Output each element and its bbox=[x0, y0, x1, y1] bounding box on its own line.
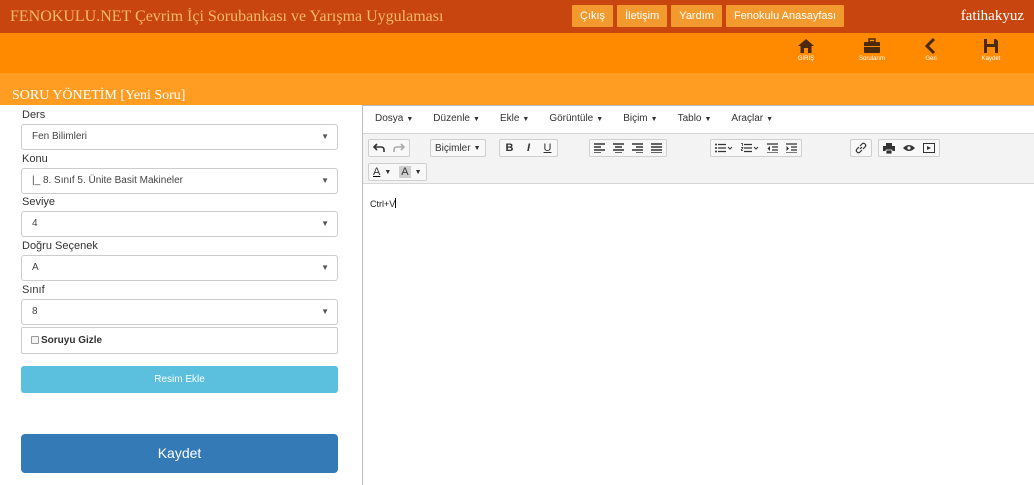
save-icon bbox=[971, 37, 1011, 55]
chevron-down-icon: ▼ bbox=[321, 307, 329, 316]
menu-ekle[interactable]: Ekle ▼ bbox=[500, 108, 529, 130]
home-button[interactable]: GİRİŞ bbox=[786, 37, 826, 69]
editor-content[interactable]: Ctrl+V bbox=[370, 198, 397, 209]
seviye-select[interactable]: 4 ▼ bbox=[21, 211, 338, 237]
menu-araclar[interactable]: Araçlar ▼ bbox=[731, 108, 773, 130]
menu-dosya[interactable]: Dosya ▼ bbox=[375, 108, 413, 130]
align-right-icon[interactable] bbox=[628, 140, 647, 156]
bullet-list-icon[interactable] bbox=[711, 140, 737, 156]
caret-down-icon: ▼ bbox=[406, 116, 414, 123]
misc-group bbox=[878, 139, 940, 157]
editor-toolbar: Biçimler ▼ B I U A ▼ A ▼ bbox=[363, 133, 1034, 184]
background-color-button[interactable]: A ▼ bbox=[395, 164, 425, 180]
text-style-group: B I U bbox=[499, 139, 558, 157]
list-group bbox=[710, 139, 802, 157]
question-form: Ders Fen Bilimleri ▼ Konu |_ 8. Sınıf 5.… bbox=[0, 105, 362, 485]
chevron-down-icon: ▼ bbox=[321, 263, 329, 272]
link-group bbox=[850, 139, 872, 157]
top-bar: FENOKULU.NET Çevrim İçi Sorubankası ve Y… bbox=[0, 0, 1034, 33]
dogru-secenek-label: Doğru Seçenek bbox=[22, 240, 98, 252]
undo-icon[interactable] bbox=[369, 140, 389, 156]
underline-button[interactable]: U bbox=[538, 140, 557, 156]
indent-icon[interactable] bbox=[782, 140, 801, 156]
nav-cikis-button[interactable]: Çıkış bbox=[572, 5, 614, 27]
konu-value: |_ 8. Sınıf 5. Ünite Basit Makineler bbox=[32, 175, 184, 186]
editor-text: Ctrl+V bbox=[370, 199, 396, 209]
text-color-button[interactable]: A ▼ bbox=[369, 164, 395, 180]
caret-down-icon: ▼ bbox=[473, 116, 480, 123]
color-group: A ▼ A ▼ bbox=[368, 163, 427, 181]
caret-down-icon: ▼ bbox=[650, 116, 658, 123]
caret-down-icon: ▼ bbox=[384, 168, 392, 176]
nav-yardim-button[interactable]: Yardım bbox=[671, 5, 722, 27]
top-nav: Çıkış İletişim Yardım Fenokulu Anasayfas… bbox=[572, 5, 845, 27]
konu-select[interactable]: |_ 8. Sınıf 5. Ünite Basit Makineler ▼ bbox=[21, 168, 338, 194]
print-icon[interactable] bbox=[879, 140, 899, 156]
seviye-value: 4 bbox=[32, 218, 38, 229]
sinif-value: 8 bbox=[32, 306, 38, 317]
nav-iletisim-button[interactable]: İletişim bbox=[617, 5, 668, 27]
align-left-icon[interactable] bbox=[590, 140, 609, 156]
dogru-secenek-select[interactable]: A ▼ bbox=[21, 255, 338, 281]
save-button[interactable]: Kaydet bbox=[21, 434, 338, 473]
chevron-down-icon: ▼ bbox=[321, 176, 329, 185]
menu-goruntule[interactable]: Görüntüle ▼ bbox=[549, 108, 603, 130]
outdent-icon[interactable] bbox=[763, 140, 782, 156]
alignment-group bbox=[589, 139, 667, 157]
dogru-secenek-value: A bbox=[32, 262, 39, 273]
seviye-label: Seviye bbox=[22, 196, 56, 208]
my-questions-button[interactable]: Sorularım bbox=[852, 37, 892, 69]
page-title: SORU YÖNETİM [Yeni Soru] bbox=[12, 88, 186, 103]
back-button[interactable]: Geri bbox=[911, 37, 951, 69]
media-icon[interactable] bbox=[919, 140, 939, 156]
site-title: FENOKULU.NET Çevrim İçi Sorubankası ve Y… bbox=[10, 8, 444, 25]
menu-bicim[interactable]: Biçim ▼ bbox=[623, 108, 657, 130]
ders-value: Fen Bilimleri bbox=[32, 131, 88, 142]
hide-question-label: Soruyu Gizle bbox=[41, 335, 103, 346]
caret-down-icon: ▼ bbox=[766, 116, 774, 123]
checkbox-icon[interactable] bbox=[31, 336, 39, 344]
align-justify-icon[interactable] bbox=[647, 140, 666, 156]
history-group bbox=[368, 139, 410, 157]
ders-select[interactable]: Fen Bilimleri ▼ bbox=[21, 124, 338, 150]
add-image-button[interactable]: Resim Ekle bbox=[21, 366, 338, 393]
text-cursor bbox=[395, 198, 397, 208]
bold-button[interactable]: B bbox=[500, 140, 519, 156]
redo-icon[interactable] bbox=[389, 140, 409, 156]
sinif-select[interactable]: 8 ▼ bbox=[21, 299, 338, 325]
link-icon[interactable] bbox=[851, 140, 871, 156]
caret-down-icon: ▼ bbox=[473, 144, 481, 152]
menu-tablo[interactable]: Tablo ▼ bbox=[678, 108, 712, 130]
home-icon bbox=[786, 37, 826, 55]
chevron-left-icon bbox=[911, 37, 951, 55]
user-name[interactable]: fatihakyuz bbox=[961, 8, 1024, 25]
ders-label: Ders bbox=[22, 109, 46, 121]
menu-duzenle[interactable]: Düzenle ▼ bbox=[433, 108, 480, 130]
formats-dropdown[interactable]: Biçimler ▼ bbox=[430, 139, 486, 157]
align-center-icon[interactable] bbox=[609, 140, 628, 156]
italic-button[interactable]: I bbox=[519, 140, 538, 156]
preview-icon[interactable] bbox=[899, 140, 919, 156]
rich-text-editor: Dosya ▼ Düzenle ▼ Ekle ▼ Görüntüle ▼ Biçim ▼ … bbox=[362, 105, 1034, 485]
chevron-down-icon: ▼ bbox=[321, 219, 329, 228]
sinif-label: Sınıf bbox=[22, 284, 45, 296]
caret-down-icon: ▼ bbox=[704, 116, 712, 123]
save-toolbar-button[interactable]: Kaydet bbox=[971, 37, 1011, 69]
hide-question-checkbox[interactable]: Soruyu Gizle bbox=[21, 327, 338, 354]
page-header: SORU YÖNETİM [Yeni Soru] bbox=[0, 73, 1034, 105]
caret-down-icon: ▼ bbox=[414, 168, 422, 176]
editor-menubar: Dosya ▼ Düzenle ▼ Ekle ▼ Görüntüle ▼ Biçim ▼ … bbox=[363, 108, 793, 130]
konu-label: Konu bbox=[22, 153, 48, 165]
action-toolbar: GİRİŞ Sorularım Geri Kaydet bbox=[0, 33, 1034, 73]
briefcase-icon bbox=[852, 37, 892, 55]
chevron-down-icon: ▼ bbox=[321, 132, 329, 141]
nav-anasayfa-button[interactable]: Fenokulu Anasayfası bbox=[725, 5, 845, 27]
caret-down-icon: ▼ bbox=[596, 116, 604, 123]
caret-down-icon: ▼ bbox=[522, 116, 530, 123]
numbered-list-icon[interactable] bbox=[737, 140, 763, 156]
